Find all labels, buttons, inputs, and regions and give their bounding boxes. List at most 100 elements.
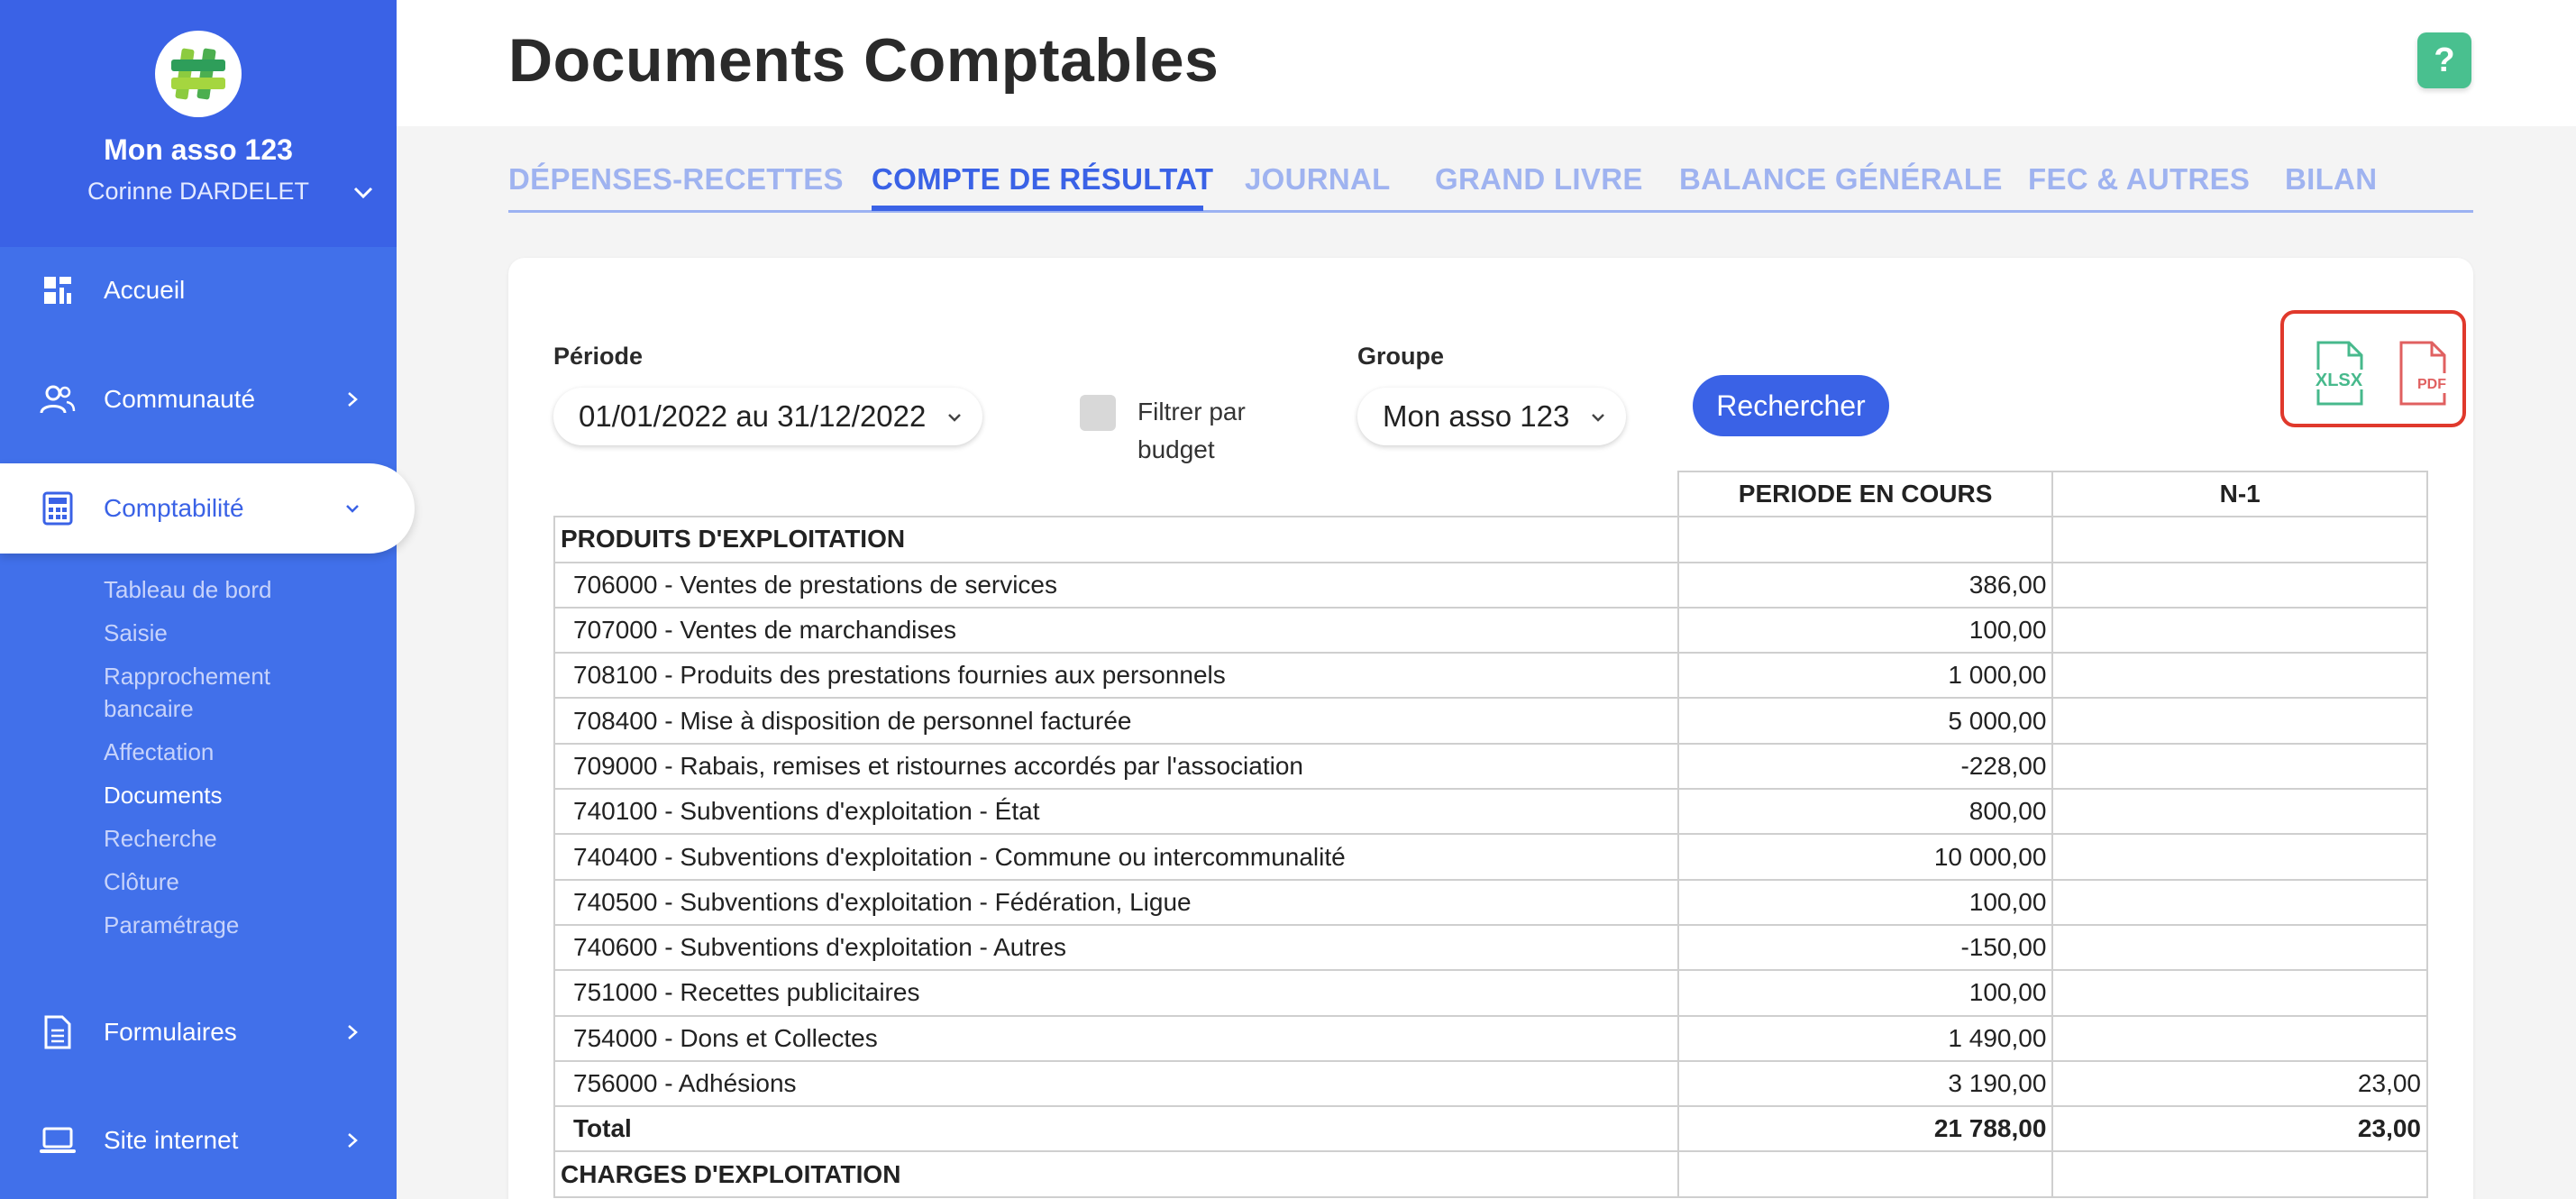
help-icon: ?	[2434, 41, 2455, 79]
column-header-current: PERIODE EN COURS	[1676, 470, 2054, 518]
income-statement-table: PERIODE EN COURS N-1 PRODUITS D'EXPLOITA…	[553, 470, 2428, 1198]
previous-value	[2051, 697, 2428, 745]
table-row: 740100 - Subventions d'exploitation - Ét…	[553, 788, 2428, 836]
subnav-item-cloture[interactable]: Clôture	[104, 860, 311, 903]
table-row: 706000 - Ventes de prestations de servic…	[553, 561, 2428, 609]
nav-label: Formulaires	[104, 1018, 237, 1046]
account-label: 740400 - Subventions d'exploitation - Co…	[553, 833, 1679, 881]
tab-depenses-recettes[interactable]: DÉPENSES-RECETTES	[508, 162, 844, 197]
chevron-right-icon	[348, 1025, 358, 1039]
table-row: 740600 - Subventions d'exploitation - Au…	[553, 923, 2428, 972]
previous-value	[2051, 923, 2428, 972]
nav-item-site-internet[interactable]: Site internet	[0, 1095, 397, 1185]
laptop-icon	[38, 1121, 78, 1160]
pdf-export-icon[interactable]: PDF	[2390, 339, 2453, 407]
account-label: 751000 - Recettes publicitaires	[553, 969, 1679, 1017]
current-value: 3 190,00	[1676, 1059, 2054, 1108]
subnav-item-recherche[interactable]: Recherche	[104, 817, 311, 860]
period-select[interactable]: 01/01/2022 au 31/12/2022	[553, 388, 982, 445]
section-title: PRODUITS D'EXPLOITATION	[553, 516, 1679, 563]
accounting-subnav: Tableau de bord Saisie Rapprochement ban…	[104, 568, 311, 947]
table-row: 709000 - Rabais, remises et ristournes a…	[553, 742, 2428, 791]
chevron-right-icon	[348, 1133, 358, 1148]
tab-balance-generale[interactable]: BALANCE GÉNÉRALE	[1679, 162, 2003, 197]
current-value: 1 000,00	[1676, 652, 2054, 700]
table-row: 754000 - Dons et Collectes 1 490,00	[553, 1014, 2428, 1062]
table-cell	[2051, 516, 2428, 563]
current-value: -150,00	[1676, 923, 2054, 972]
chevron-down-icon	[948, 414, 961, 422]
subnav-item-parametrage[interactable]: Paramétrage	[104, 903, 311, 947]
page-header: Documents Comptables ?	[397, 0, 2576, 126]
chevron-down-icon	[1592, 414, 1604, 422]
account-label: 708400 - Mise à disposition de personnel…	[553, 697, 1679, 745]
section-row: CHARGES D'EXPLOITATION	[553, 1150, 2428, 1198]
chevron-down-icon[interactable]	[351, 182, 376, 202]
tab-fec-autres[interactable]: FEC & AUTRES	[2028, 162, 2250, 197]
chevron-right-icon	[348, 392, 358, 407]
export-buttons-highlight: XLSX PDF	[2280, 310, 2466, 427]
search-button[interactable]: Rechercher	[1693, 375, 1889, 436]
active-tab-indicator	[872, 206, 1203, 211]
tab-bilan[interactable]: BILAN	[2285, 162, 2377, 197]
sidebar-header: Mon asso 123 Corinne DARDELET	[0, 0, 397, 247]
subnav-item-tableau-de-bord[interactable]: Tableau de bord	[104, 568, 311, 611]
table-header-blank	[554, 471, 1678, 517]
account-label: 756000 - Adhésions	[553, 1059, 1679, 1108]
subnav-item-affectation[interactable]: Affectation	[104, 730, 311, 773]
current-value: 100,00	[1676, 969, 2054, 1017]
subnav-item-rapprochement-bancaire[interactable]: Rapprochement bancaire	[104, 654, 311, 730]
budget-filter-label-line: budget	[1137, 435, 1215, 463]
nav-label: Accueil	[104, 276, 186, 304]
table-header-row: PERIODE EN COURS N-1	[554, 470, 2428, 518]
org-logo[interactable]	[155, 31, 242, 117]
org-name[interactable]: Mon asso 123	[0, 133, 397, 167]
xlsx-export-icon[interactable]: XLSX	[2307, 339, 2370, 407]
table-cell	[1676, 1150, 2054, 1198]
current-value: 100,00	[1676, 606, 2054, 654]
total-row: Total 21 788,00 23,00	[553, 1105, 2428, 1153]
previous-value	[2051, 788, 2428, 836]
section-title: CHARGES D'EXPLOITATION	[553, 1150, 1679, 1198]
document-tabs: DÉPENSES-RECETTES COMPTE DE RÉSULTAT JOU…	[508, 159, 2473, 213]
dashboard-icon	[38, 270, 78, 310]
account-label: 740100 - Subventions d'exploitation - Ét…	[553, 788, 1679, 836]
budget-filter-label: Filtrer par budget	[1137, 393, 1246, 469]
previous-value	[2051, 652, 2428, 700]
previous-value: 23,00	[2051, 1059, 2428, 1108]
account-label: 706000 - Ventes de prestations de servic…	[553, 561, 1679, 609]
chevron-down-icon	[346, 505, 359, 513]
budget-filter-label-line: Filtrer par	[1137, 398, 1246, 426]
nav-item-formulaires[interactable]: Formulaires	[0, 987, 397, 1077]
previous-value	[2051, 561, 2428, 609]
account-label: 708100 - Produits des prestations fourni…	[553, 652, 1679, 700]
section-row: PRODUITS D'EXPLOITATION	[553, 516, 2428, 563]
group-value: Mon asso 123	[1383, 399, 1570, 433]
xlsx-label: XLSX	[2316, 371, 2363, 390]
nav-item-comptabilite[interactable]: Comptabilité	[0, 463, 415, 554]
table-row: 708100 - Produits des prestations fourni…	[553, 652, 2428, 700]
tab-compte-de-resultat[interactable]: COMPTE DE RÉSULTAT	[872, 162, 1213, 197]
group-select[interactable]: Mon asso 123	[1357, 388, 1626, 445]
previous-value	[2051, 742, 2428, 791]
current-value: 1 490,00	[1676, 1014, 2054, 1062]
report-card: Période 01/01/2022 au 31/12/2022 Filtrer…	[508, 258, 2473, 1199]
previous-value	[2051, 833, 2428, 881]
users-icon	[38, 380, 78, 419]
total-previous: 23,00	[2051, 1105, 2428, 1153]
tab-journal[interactable]: JOURNAL	[1245, 162, 1391, 197]
nav-item-accueil[interactable]: Accueil	[0, 245, 397, 335]
help-button[interactable]: ?	[2417, 32, 2471, 88]
subnav-item-documents[interactable]: Documents	[104, 773, 311, 817]
tab-grand-livre[interactable]: GRAND LIVRE	[1435, 162, 1643, 197]
group-label: Groupe	[1357, 343, 1445, 370]
current-value: -228,00	[1676, 742, 2054, 791]
budget-filter-checkbox[interactable]	[1080, 395, 1116, 431]
subnav-item-saisie[interactable]: Saisie	[104, 611, 311, 654]
subnav-label: Rapprochement bancaire	[104, 663, 270, 722]
user-name[interactable]: Corinne DARDELET	[0, 178, 397, 206]
period-label: Période	[553, 343, 644, 370]
nav-item-communaute[interactable]: Communauté	[0, 354, 397, 444]
sidebar: Mon asso 123 Corinne DARDELET Accueil Co…	[0, 0, 415, 1199]
page-title: Documents Comptables	[508, 26, 1219, 95]
